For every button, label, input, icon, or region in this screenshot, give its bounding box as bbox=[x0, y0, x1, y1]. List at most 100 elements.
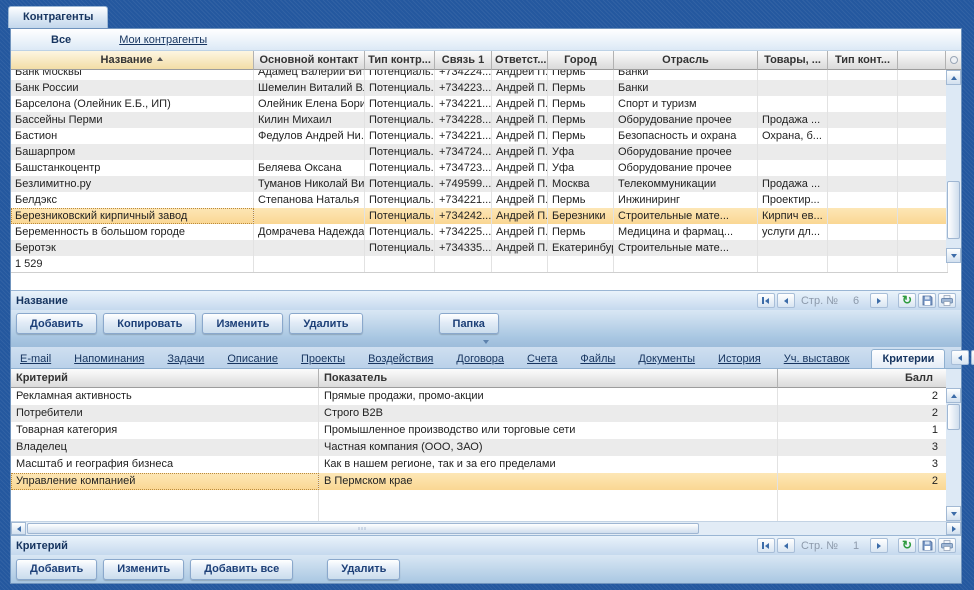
vertical-scrollbar[interactable] bbox=[946, 369, 961, 521]
table-row[interactable]: Березниковский кирпичный завод Потенциал… bbox=[11, 208, 948, 224]
column-header[interactable]: Тип контр... bbox=[365, 51, 435, 70]
criteria-row[interactable]: Управление компанией В Пермском крае 2 bbox=[11, 473, 948, 490]
refresh-button[interactable]: ↻ bbox=[898, 538, 916, 553]
scrollbar-thumb[interactable] bbox=[947, 404, 960, 430]
first-page-button[interactable] bbox=[757, 538, 775, 553]
scrollbar-thumb[interactable] bbox=[947, 181, 960, 239]
detail-tab[interactable]: Критерии bbox=[871, 349, 945, 368]
column-header[interactable]: Ответст... bbox=[492, 51, 548, 70]
table-row[interactable]: Белдэкс Степанова Наталья Потенциаль... … bbox=[11, 192, 948, 208]
table-row[interactable]: Барселона (Олейник Е.Б., ИП) Олейник Еле… bbox=[11, 96, 948, 112]
print-icon bbox=[941, 295, 953, 306]
cell-type: Потенциаль... bbox=[365, 96, 435, 112]
criteria-row[interactable]: Рекламная активность Прямые продажи, про… bbox=[11, 388, 948, 405]
detail-tab[interactable]: История bbox=[717, 350, 762, 368]
column-header-score[interactable]: Балл bbox=[778, 369, 948, 388]
detail-tab[interactable]: Описание bbox=[226, 350, 279, 368]
table-row[interactable]: Безлимитно.ру Туманов Николай Ви... Поте… bbox=[11, 176, 948, 192]
accounts-header: НазваниеОсновной контактТип контр...Связ… bbox=[11, 51, 961, 70]
detail-tab[interactable]: Уч. выставок bbox=[783, 350, 851, 368]
print-icon bbox=[941, 540, 953, 551]
scroll-up-button[interactable] bbox=[946, 388, 961, 403]
cell-goods bbox=[758, 70, 828, 80]
add-all-button[interactable]: Добавить все bbox=[190, 559, 293, 580]
detail-tab[interactable]: E-mail bbox=[19, 350, 52, 368]
criteria-toolbar: Добавить Изменить Добавить все Удалить bbox=[11, 555, 961, 583]
cell-name: Бассейны Перми bbox=[11, 112, 254, 128]
table-row[interactable]: Бастион Федулов Андрей Ни... Потенциаль.… bbox=[11, 128, 948, 144]
prev-page-button[interactable] bbox=[777, 538, 795, 553]
scroll-down-button[interactable] bbox=[946, 248, 961, 263]
folder-button[interactable]: Папка bbox=[439, 313, 499, 334]
criteria-row[interactable]: Масштаб и география бизнеса Как в нашем … bbox=[11, 456, 948, 473]
delete-button[interactable]: Удалить bbox=[327, 559, 400, 580]
tab-kontragenty[interactable]: Контрагенты bbox=[8, 6, 108, 28]
criteria-row[interactable]: Потребители Строго B2B 2 bbox=[11, 405, 948, 422]
detail-tab[interactable]: Договора bbox=[455, 350, 505, 368]
detail-tab[interactable]: Задачи bbox=[166, 350, 205, 368]
next-page-button[interactable] bbox=[870, 538, 888, 553]
prev-page-button[interactable] bbox=[777, 293, 795, 308]
column-chooser-button[interactable] bbox=[946, 51, 961, 70]
criteria-row[interactable]: Товарная категория Промышленное производ… bbox=[11, 422, 948, 439]
column-header-indicator[interactable]: Показатель bbox=[319, 369, 778, 388]
detail-tab[interactable]: Документы bbox=[637, 350, 696, 368]
first-page-button[interactable] bbox=[757, 293, 775, 308]
table-row[interactable]: Башарпром Потенциаль... +734724... Андре… bbox=[11, 144, 948, 160]
scroll-right-button[interactable] bbox=[946, 522, 961, 535]
cell-score: 2 bbox=[778, 473, 948, 490]
panel-splitter[interactable] bbox=[11, 337, 961, 347]
cell-contact-type bbox=[828, 176, 898, 192]
filter-all[interactable]: Все bbox=[51, 34, 71, 46]
cell-phone: +734335... bbox=[435, 240, 492, 256]
add-button[interactable]: Добавить bbox=[16, 559, 97, 580]
main-tabstrip: Контрагенты bbox=[8, 6, 108, 28]
filter-my-counterparties-link[interactable]: Мои контрагенты bbox=[119, 34, 207, 46]
column-header-criterion[interactable]: Критерий bbox=[11, 369, 319, 388]
scroll-up-button[interactable] bbox=[946, 70, 961, 85]
edit-button[interactable]: Изменить bbox=[202, 313, 283, 334]
add-button[interactable]: Добавить bbox=[16, 313, 97, 334]
column-header[interactable]: Тип конт... bbox=[828, 51, 898, 70]
detail-tab[interactable]: Воздействия bbox=[367, 350, 434, 368]
save-button[interactable] bbox=[918, 538, 936, 553]
column-header[interactable]: Город bbox=[548, 51, 614, 70]
delete-button[interactable]: Удалить bbox=[289, 313, 362, 334]
save-button[interactable] bbox=[918, 293, 936, 308]
scroll-left-button[interactable] bbox=[11, 522, 26, 535]
arrow-left-icon bbox=[784, 298, 788, 304]
detail-tab[interactable]: Файлы bbox=[579, 350, 616, 368]
edit-button[interactable]: Изменить bbox=[103, 559, 184, 580]
scrollbar-thumb[interactable] bbox=[27, 523, 699, 534]
column-header[interactable]: Основной контакт bbox=[254, 51, 365, 70]
next-page-button[interactable] bbox=[870, 293, 888, 308]
cell-contact: Федулов Андрей Ни... bbox=[254, 128, 365, 144]
tab-scroll-left-button[interactable] bbox=[951, 350, 969, 365]
copy-button[interactable]: Копировать bbox=[103, 313, 196, 334]
detail-tab[interactable]: Проекты bbox=[300, 350, 346, 368]
cell-contact: Туманов Николай Ви... bbox=[254, 176, 365, 192]
cell-responsible: Андрей П... bbox=[492, 160, 548, 176]
scroll-down-button[interactable] bbox=[946, 506, 961, 521]
criteria-row[interactable]: Владелец Частная компания (ООО, ЗАО) 3 bbox=[11, 439, 948, 456]
detail-tab[interactable]: Напоминания bbox=[73, 350, 145, 368]
table-row[interactable]: Беременность в большом городе Домрачева … bbox=[11, 224, 948, 240]
cell-contact-type bbox=[828, 224, 898, 240]
table-row[interactable]: Банк Москвы Адамец Валерий Вит... Потенц… bbox=[11, 70, 948, 80]
print-button[interactable] bbox=[938, 538, 956, 553]
horizontal-scrollbar[interactable] bbox=[11, 521, 961, 535]
table-row[interactable]: Башстанкоцентр Беляева Оксана Потенциаль… bbox=[11, 160, 948, 176]
column-header[interactable]: Отрасль bbox=[614, 51, 758, 70]
column-header[interactable]: Товары, ... bbox=[758, 51, 828, 70]
cell-indicator: Промышленное производство или торговые с… bbox=[319, 422, 778, 439]
detail-tab[interactable]: Счета bbox=[526, 350, 558, 368]
column-header[interactable]: Название bbox=[11, 51, 254, 70]
cell-filler bbox=[898, 176, 948, 192]
table-row[interactable]: Бассейны Перми Килин Михаил Потенциаль..… bbox=[11, 112, 948, 128]
table-row[interactable]: Банк России Шемелин Виталий Вл... Потенц… bbox=[11, 80, 948, 96]
refresh-button[interactable]: ↻ bbox=[898, 293, 916, 308]
table-row[interactable]: Беротэк Потенциаль... +734335... Андрей … bbox=[11, 240, 948, 256]
column-header[interactable]: Связь 1 bbox=[435, 51, 492, 70]
print-button[interactable] bbox=[938, 293, 956, 308]
vertical-scrollbar[interactable] bbox=[946, 51, 961, 263]
